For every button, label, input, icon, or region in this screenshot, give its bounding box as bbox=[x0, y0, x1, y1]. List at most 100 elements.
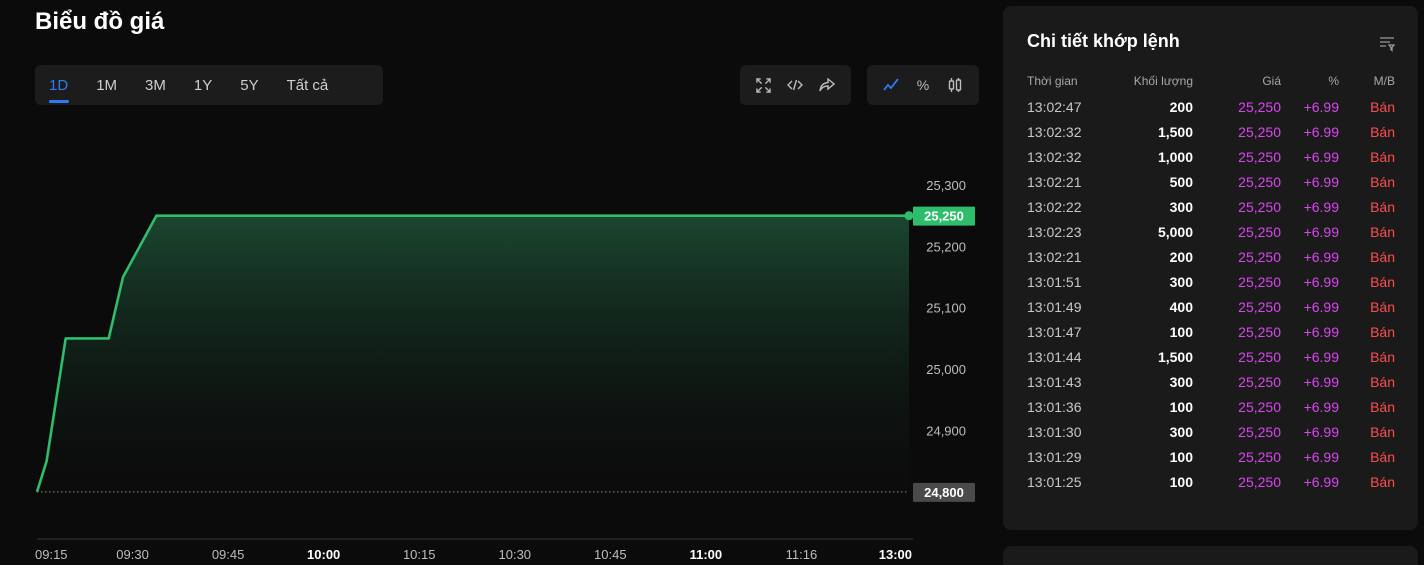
trade-time: 13:01:49 bbox=[1027, 298, 1082, 315]
trade-side: Bán bbox=[1370, 273, 1395, 290]
x-tick-label: 11:16 bbox=[786, 547, 818, 562]
table-row: 13:01:43 300 25,250 +6.99 Bán bbox=[1027, 369, 1395, 394]
table-row: 13:01:49 400 25,250 +6.99 Bán bbox=[1027, 294, 1395, 319]
trade-change: +6.99 bbox=[1303, 248, 1339, 265]
trade-side: Bán bbox=[1370, 423, 1395, 440]
trade-price: 25,250 bbox=[1238, 448, 1281, 465]
trade-price: 25,250 bbox=[1238, 248, 1281, 265]
table-row: 13:02:32 1,500 25,250 +6.99 Bán bbox=[1027, 119, 1395, 144]
secondary-panel bbox=[1003, 546, 1418, 565]
trade-price: 25,250 bbox=[1238, 148, 1281, 165]
expand-icon[interactable] bbox=[751, 72, 777, 98]
price-area bbox=[37, 215, 909, 498]
trade-price: 25,250 bbox=[1238, 98, 1281, 115]
trade-time: 13:02:21 bbox=[1027, 248, 1082, 265]
trade-side: Bán bbox=[1370, 323, 1395, 340]
trade-side: Bán bbox=[1370, 173, 1395, 190]
column-header-price: Giá bbox=[1262, 74, 1281, 88]
price-chart[interactable]: 24,900 25,000 25,100 25,200 25,300 25,250 24,8… bbox=[0, 120, 990, 565]
trade-volume: 100 bbox=[1169, 323, 1193, 340]
filter-icon[interactable] bbox=[1378, 34, 1396, 52]
trade-side: Bán bbox=[1370, 398, 1395, 415]
table-row: 13:01:25 100 25,250 +6.99 Bán bbox=[1027, 469, 1395, 494]
table-row: 13:01:47 100 25,250 +6.99 Bán bbox=[1027, 319, 1395, 344]
trade-volume: 1,500 bbox=[1157, 123, 1193, 140]
trade-change: +6.99 bbox=[1303, 98, 1339, 115]
trade-change: +6.99 bbox=[1303, 373, 1339, 390]
trade-side: Bán bbox=[1370, 223, 1395, 240]
trade-price: 25,250 bbox=[1238, 398, 1281, 415]
time-range-tabs: 1D 1M 3M 1Y 5Y Tất cả bbox=[35, 65, 383, 105]
line-chart-icon[interactable] bbox=[878, 72, 904, 98]
reference-price-label: 24,800 bbox=[924, 485, 964, 500]
trade-side: Bán bbox=[1370, 298, 1395, 315]
trade-change: +6.99 bbox=[1303, 298, 1339, 315]
table-row: 13:02:22 300 25,250 +6.99 Bán bbox=[1027, 194, 1395, 219]
y-tick-label: 25,300 bbox=[926, 178, 966, 193]
trade-change: +6.99 bbox=[1303, 123, 1339, 140]
trade-price: 25,250 bbox=[1238, 348, 1281, 365]
trade-side: Bán bbox=[1370, 473, 1395, 490]
x-tick-label: 09:30 bbox=[116, 547, 149, 562]
trade-volume: 1,000 bbox=[1157, 148, 1193, 165]
trade-time: 13:01:29 bbox=[1027, 448, 1082, 465]
table-header-row: Thời gian Khối lượng Giá % M/B bbox=[1027, 68, 1395, 94]
trade-volume: 300 bbox=[1169, 273, 1193, 290]
chart-mode-group: % bbox=[867, 65, 979, 105]
trade-time: 13:01:44 bbox=[1027, 348, 1082, 365]
trades-table: Thời gian Khối lượng Giá % M/B 13:02:47 2… bbox=[1027, 68, 1395, 494]
table-row: 13:01:29 100 25,250 +6.99 Bán bbox=[1027, 444, 1395, 469]
tab-range-1d[interactable]: 1D bbox=[49, 77, 68, 94]
trade-time: 13:02:47 bbox=[1027, 98, 1082, 115]
candlestick-icon[interactable] bbox=[942, 72, 968, 98]
column-header-percent: % bbox=[1328, 74, 1339, 88]
trade-time: 13:02:32 bbox=[1027, 148, 1082, 165]
table-row: 13:02:23 5,000 25,250 +6.99 Bán bbox=[1027, 219, 1395, 244]
trade-time: 13:01:30 bbox=[1027, 423, 1082, 440]
trade-change: +6.99 bbox=[1303, 348, 1339, 365]
trade-side: Bán bbox=[1370, 373, 1395, 390]
trade-price: 25,250 bbox=[1238, 198, 1281, 215]
percent-icon[interactable]: % bbox=[910, 72, 936, 98]
trade-change: +6.99 bbox=[1303, 198, 1339, 215]
x-tick-label: 10:30 bbox=[499, 547, 532, 562]
trade-side: Bán bbox=[1370, 248, 1395, 265]
trade-change: +6.99 bbox=[1303, 448, 1339, 465]
chart-tools-group bbox=[740, 65, 851, 105]
trade-price: 25,250 bbox=[1238, 123, 1281, 140]
table-row: 13:01:44 1,500 25,250 +6.99 Bán bbox=[1027, 344, 1395, 369]
trade-side: Bán bbox=[1370, 198, 1395, 215]
trade-volume: 500 bbox=[1169, 173, 1193, 190]
tab-range-1m[interactable]: 1M bbox=[96, 77, 117, 94]
trade-time: 13:02:23 bbox=[1027, 223, 1082, 240]
trade-change: +6.99 bbox=[1303, 323, 1339, 340]
share-icon[interactable] bbox=[814, 72, 840, 98]
y-tick-label: 25,200 bbox=[926, 239, 966, 254]
trade-change: +6.99 bbox=[1303, 173, 1339, 190]
embed-code-icon[interactable] bbox=[782, 72, 808, 98]
table-row: 13:02:21 500 25,250 +6.99 Bán bbox=[1027, 169, 1395, 194]
trade-time: 13:01:25 bbox=[1027, 473, 1082, 490]
column-header-volume: Khối lượng bbox=[1133, 74, 1193, 88]
trade-change: +6.99 bbox=[1303, 423, 1339, 440]
tab-range-all[interactable]: Tất cả bbox=[287, 77, 329, 94]
table-row: 13:01:36 100 25,250 +6.99 Bán bbox=[1027, 394, 1395, 419]
trade-change: +6.99 bbox=[1303, 398, 1339, 415]
tab-range-5y[interactable]: 5Y bbox=[240, 77, 258, 94]
trade-time: 13:01:51 bbox=[1027, 273, 1082, 290]
trade-volume: 100 bbox=[1169, 473, 1193, 490]
trade-price: 25,250 bbox=[1238, 173, 1281, 190]
trade-time: 13:01:36 bbox=[1027, 398, 1082, 415]
trade-change: +6.99 bbox=[1303, 473, 1339, 490]
table-row: 13:01:51 300 25,250 +6.99 Bán bbox=[1027, 269, 1395, 294]
trade-price: 25,250 bbox=[1238, 323, 1281, 340]
tab-range-3m[interactable]: 3M bbox=[145, 77, 166, 94]
trade-volume: 300 bbox=[1169, 373, 1193, 390]
x-tick-label: 10:00 bbox=[307, 547, 340, 562]
trade-price: 25,250 bbox=[1238, 473, 1281, 490]
trade-side: Bán bbox=[1370, 348, 1395, 365]
trade-price: 25,250 bbox=[1238, 423, 1281, 440]
trade-volume: 200 bbox=[1169, 98, 1193, 115]
tab-range-1y[interactable]: 1Y bbox=[194, 77, 212, 94]
column-header-time: Thời gian bbox=[1027, 74, 1078, 88]
